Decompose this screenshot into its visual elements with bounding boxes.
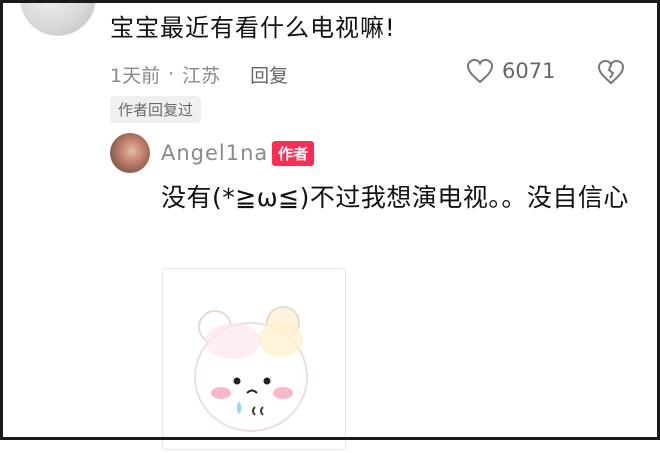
dislike-button[interactable] bbox=[596, 58, 626, 90]
reply-button[interactable]: 回复 bbox=[250, 61, 288, 88]
top-comment-avatar[interactable] bbox=[20, 0, 96, 36]
top-comment-meta: 1天前 · 江苏 回复 bbox=[110, 60, 288, 88]
like-count: 6071 bbox=[502, 59, 556, 83]
meta-separator: · bbox=[168, 63, 175, 85]
author-tag: 作者 bbox=[272, 141, 315, 166]
like-button[interactable]: 6071 bbox=[466, 58, 555, 84]
top-comment-text: 宝宝最近有看什么电视嘛! bbox=[110, 14, 396, 42]
reply-text: 没有(*≧ω≦)不过我想演电视。。没自信心 bbox=[161, 183, 629, 212]
reply-username[interactable]: Angel1na bbox=[161, 141, 268, 165]
comment-time: 1天前 bbox=[110, 64, 161, 87]
broken-heart-icon bbox=[597, 59, 625, 85]
comment-location: 江苏 bbox=[182, 64, 221, 87]
reply-avatar[interactable] bbox=[110, 133, 150, 173]
bear-sticker-illustration bbox=[194, 306, 308, 432]
sticker-image[interactable] bbox=[162, 268, 346, 450]
heart-icon bbox=[466, 58, 494, 84]
author-replied-badge: 作者回复过 bbox=[110, 96, 202, 123]
